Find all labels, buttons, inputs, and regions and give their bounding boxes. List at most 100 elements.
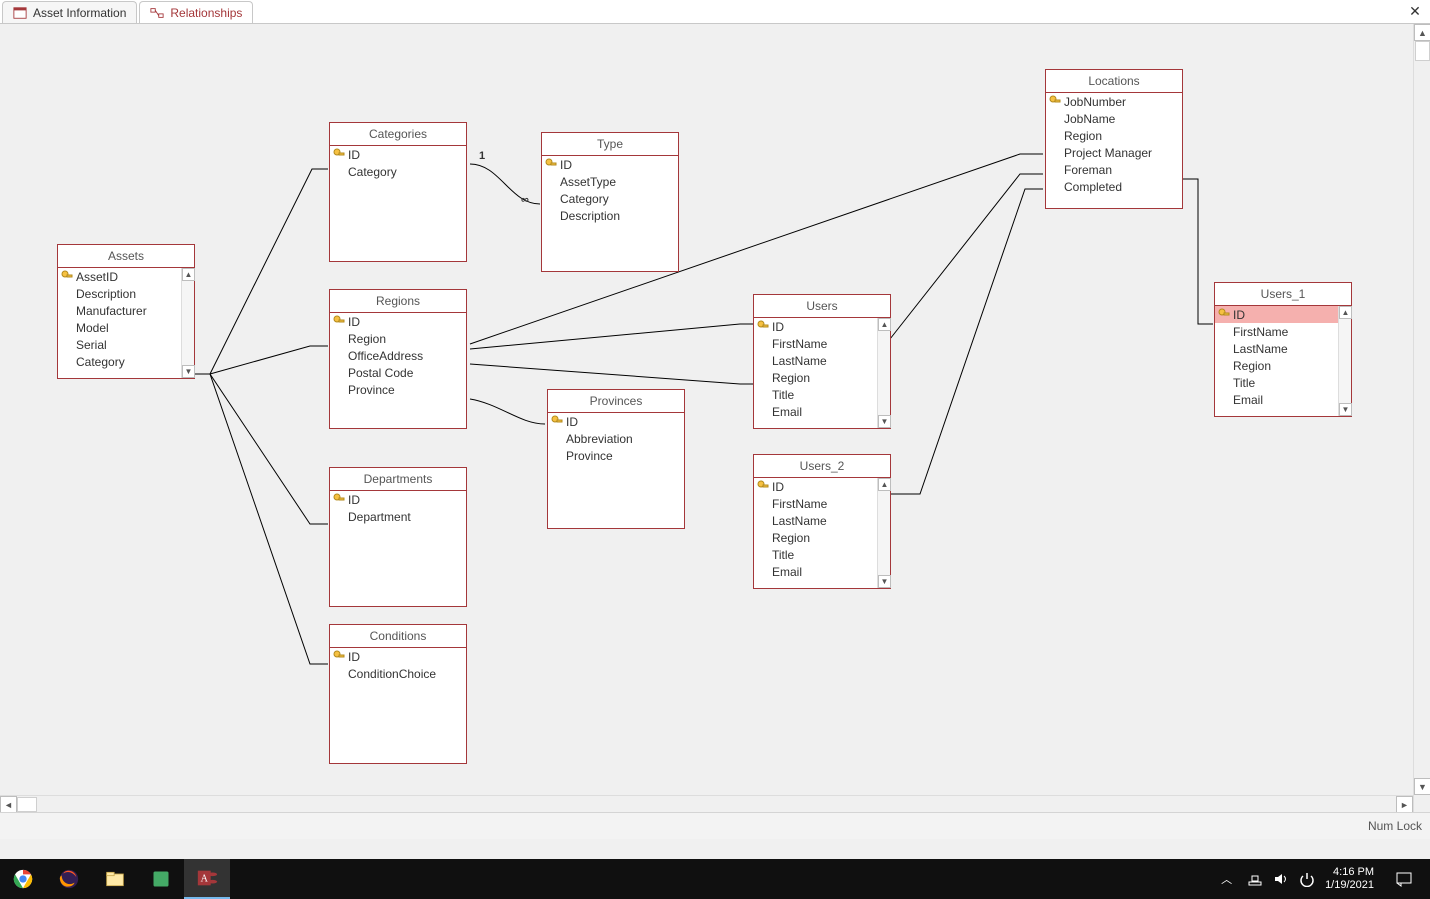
tab-relationships[interactable]: Relationships <box>139 1 253 23</box>
field-name: Title <box>772 548 794 562</box>
field-name: JobNumber <box>1064 95 1126 109</box>
table-title: Regions <box>330 290 466 313</box>
table-title: Locations <box>1046 70 1182 93</box>
primary-key-icon <box>1218 308 1230 320</box>
primary-key-icon <box>545 158 557 170</box>
taskbar-app-chrome[interactable] <box>0 859 46 899</box>
relationship-lines <box>0 24 1413 795</box>
table-categories[interactable]: Categories ID Category <box>329 122 467 262</box>
notifications-button[interactable] <box>1384 859 1424 899</box>
field-name: Description <box>76 287 136 301</box>
field-name: Region <box>348 332 386 346</box>
table-users[interactable]: Users ID FirstName LastName Region Title… <box>753 294 891 429</box>
network-icon[interactable] <box>1247 871 1263 887</box>
taskbar-app-explorer[interactable] <box>92 859 138 899</box>
field-name: Region <box>772 531 810 545</box>
horizontal-scrollbar[interactable]: ◄ ► <box>0 795 1413 812</box>
table-title: Departments <box>330 468 466 491</box>
table-title: Users <box>754 295 890 318</box>
field-name: Email <box>772 405 802 419</box>
primary-key-icon <box>333 493 345 505</box>
table-type[interactable]: Type ID AssetType Category Description <box>541 132 679 272</box>
tab-asset-information[interactable]: Asset Information <box>2 1 137 23</box>
table-title: Provinces <box>548 390 684 413</box>
form-icon <box>13 6 27 20</box>
field-name: Region <box>772 371 810 385</box>
tab-close-button[interactable]: ✕ <box>1406 2 1424 20</box>
field-name: Category <box>76 355 125 369</box>
field-name: Province <box>566 449 613 463</box>
field-name: Province <box>348 383 395 397</box>
table-locations[interactable]: Locations JobNumber JobName Region Proje… <box>1045 69 1183 209</box>
primary-key-icon <box>757 320 769 332</box>
tab-strip: Asset Information Relationships ✕ <box>0 0 1430 24</box>
field-name: ConditionChoice <box>348 667 436 681</box>
field-name: LastName <box>1233 342 1288 356</box>
field-name: ID <box>772 480 784 494</box>
taskbar-app-access[interactable]: A <box>184 859 230 899</box>
field-list-scrollbar[interactable]: ▲▼ <box>1338 306 1351 416</box>
clock-time: 4:16 PM <box>1325 866 1374 879</box>
table-assets[interactable]: Assets AssetID Description Manufacturer … <box>57 244 195 379</box>
field-name: ID <box>348 315 360 329</box>
taskbar-app-generic[interactable] <box>138 859 184 899</box>
field-name: ID <box>772 320 784 334</box>
table-title: Assets <box>58 245 194 268</box>
field-name: Department <box>348 510 411 524</box>
status-text: Num Lock <box>1368 819 1422 833</box>
table-title: Type <box>542 133 678 156</box>
table-users-1[interactable]: Users_1 ID FirstName LastName Region Tit… <box>1214 282 1352 417</box>
field-name: AssetID <box>76 270 118 284</box>
relation-many-label: ∞ <box>521 194 529 206</box>
table-title: Users_1 <box>1215 283 1351 306</box>
table-title: Categories <box>330 123 466 146</box>
table-departments[interactable]: Departments ID Department <box>329 467 467 607</box>
windows-taskbar: A ︿ 4:16 PM 1/19/2021 <box>0 859 1430 899</box>
field-name: Title <box>1233 376 1255 390</box>
relation-one-label: 1 <box>479 150 485 162</box>
primary-key-icon <box>1049 95 1061 107</box>
field-name: FirstName <box>1233 325 1288 339</box>
field-name: LastName <box>772 514 827 528</box>
field-name: JobName <box>1064 112 1115 126</box>
field-name: FirstName <box>772 337 827 351</box>
field-name: AssetType <box>560 175 616 189</box>
field-name: FirstName <box>772 497 827 511</box>
table-provinces[interactable]: Provinces ID Abbreviation Province <box>547 389 685 529</box>
volume-icon[interactable] <box>1273 871 1289 887</box>
field-name: Email <box>772 565 802 579</box>
relationships-canvas[interactable]: 1 ∞ Assets AssetID Description Manufactu… <box>0 24 1430 812</box>
taskbar-app-firefox[interactable] <box>46 859 92 899</box>
field-name: Completed <box>1064 180 1122 194</box>
field-name: Serial <box>76 338 107 352</box>
primary-key-icon <box>551 415 563 427</box>
field-name: Region <box>1233 359 1271 373</box>
relationships-icon <box>150 6 164 20</box>
table-conditions[interactable]: Conditions ID ConditionChoice <box>329 624 467 764</box>
field-list-scrollbar[interactable]: ▲▼ <box>877 318 890 428</box>
field-name: Model <box>76 321 109 335</box>
power-icon[interactable] <box>1299 871 1315 887</box>
field-name: ID <box>348 493 360 507</box>
field-name: Abbreviation <box>566 432 633 446</box>
tray-chevron-icon[interactable]: ︿ <box>1221 871 1237 887</box>
field-list-scrollbar[interactable]: ▲▼ <box>877 478 890 588</box>
table-users-2[interactable]: Users_2 ID FirstName LastName Region Tit… <box>753 454 891 589</box>
primary-key-icon <box>61 270 73 282</box>
field-name: Postal Code <box>348 366 413 380</box>
field-name: OfficeAddress <box>348 349 423 363</box>
field-name: Title <box>772 388 794 402</box>
clock-date: 1/19/2021 <box>1325 879 1374 892</box>
field-name: Foreman <box>1064 163 1112 177</box>
field-name: LastName <box>772 354 827 368</box>
vertical-scrollbar[interactable]: ▲ ▼ <box>1413 24 1430 812</box>
field-name: ID <box>566 415 578 429</box>
table-regions[interactable]: Regions ID Region OfficeAddress Postal C… <box>329 289 467 429</box>
taskbar-clock[interactable]: 4:16 PM 1/19/2021 <box>1325 866 1374 892</box>
table-title: Conditions <box>330 625 466 648</box>
field-name: ID <box>560 158 572 172</box>
table-title: Users_2 <box>754 455 890 478</box>
primary-key-icon <box>333 650 345 662</box>
field-list-scrollbar[interactable]: ▲▼ <box>181 268 194 378</box>
primary-key-icon <box>757 480 769 492</box>
